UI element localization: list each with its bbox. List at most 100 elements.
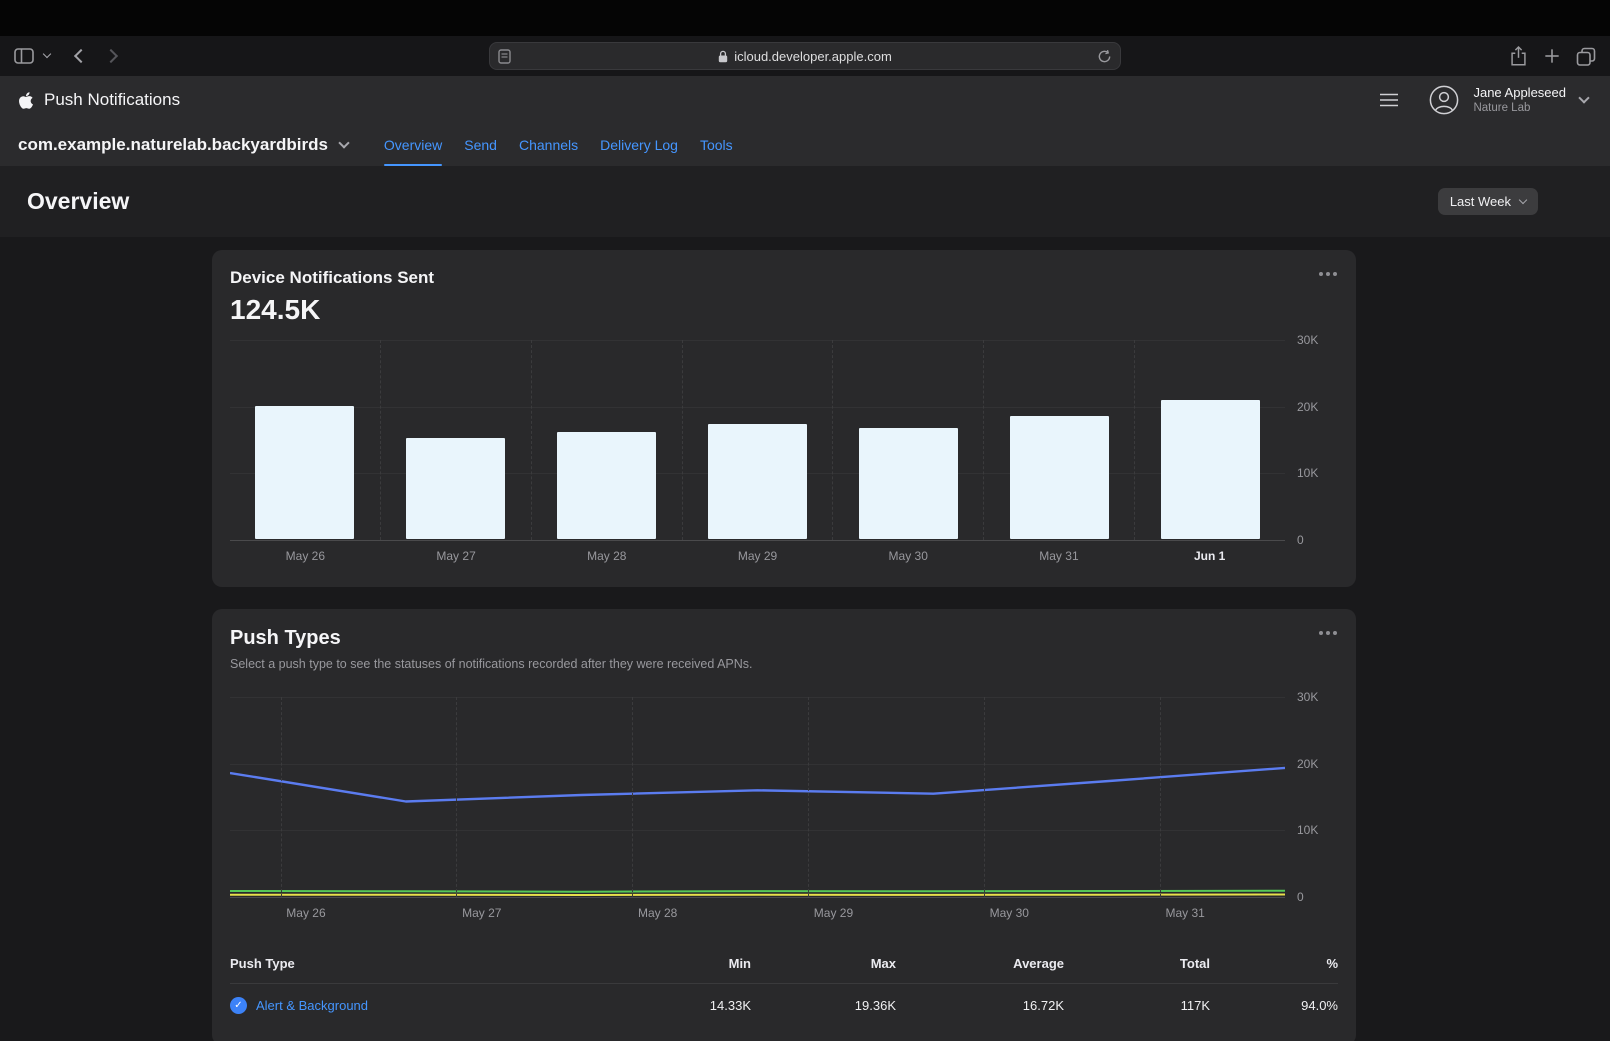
table-cell: 94.0%: [1210, 998, 1338, 1013]
lock-icon: [718, 50, 728, 63]
x-axis-label: May 27: [462, 906, 501, 920]
url-text: icloud.developer.apple.com: [734, 49, 892, 64]
x-axis-label: May 28: [638, 906, 677, 920]
y-tick: 30K: [1297, 333, 1318, 347]
bundle-id: com.example.naturelab.backyardbirds: [18, 135, 328, 155]
gridline: [456, 697, 457, 897]
line-series-alert-background: [230, 768, 1285, 802]
total-notifications-value: 124.5K: [230, 294, 1338, 326]
card-subtitle: Select a push type to see the statuses o…: [230, 657, 1338, 671]
push-type-cell: ✓ Alert & Background: [230, 997, 621, 1014]
apple-logo-icon: [18, 91, 34, 110]
browser-toolbar: icloud.developer.apple.com: [0, 36, 1610, 76]
bundle-selector[interactable]: com.example.naturelab.backyardbirds: [18, 124, 348, 166]
col-push-type: Push Type: [230, 956, 621, 971]
gridline: [230, 697, 1285, 698]
subnav: com.example.naturelab.backyardbirds Over…: [0, 124, 1610, 166]
app-title: Push Notifications: [44, 90, 180, 110]
x-axis-label: May 27: [381, 549, 532, 569]
sidebar-chevron-icon[interactable]: [43, 50, 51, 58]
bar-column: [1134, 340, 1285, 540]
bar-may-26[interactable]: [255, 406, 354, 539]
menu-icon[interactable]: [1379, 93, 1399, 107]
bar-column: [531, 340, 682, 540]
main-content: Device Notifications Sent 124.5K 30K20K1…: [0, 237, 1610, 1041]
date-range-button[interactable]: Last Week: [1438, 188, 1538, 215]
tab-overview[interactable]: Overview: [384, 124, 442, 166]
bar-chart-xlabels: May 26May 27May 28May 29May 30May 31Jun …: [230, 549, 1285, 569]
y-tick: 0: [1297, 533, 1304, 547]
gridline: [230, 897, 1285, 898]
col-percent: %: [1210, 956, 1338, 971]
page-heading-band: Overview Last Week: [0, 166, 1610, 237]
col-total: Total: [1064, 956, 1210, 971]
bar-may-31[interactable]: [1010, 416, 1109, 539]
y-tick: 20K: [1297, 400, 1318, 414]
table-cell: 14.33K: [621, 998, 751, 1013]
new-tab-icon[interactable]: [1544, 48, 1560, 64]
line-series-series-green: [230, 891, 1285, 892]
line-chart-svg: [230, 697, 1285, 897]
tab-tools[interactable]: Tools: [700, 124, 733, 166]
y-tick: 10K: [1297, 466, 1318, 480]
push-type-rows: ✓Alert & Background14.33K19.36K16.72K117…: [230, 984, 1338, 1027]
x-axis-label: May 31: [984, 549, 1135, 569]
reload-icon[interactable]: [1097, 49, 1112, 64]
x-axis-label: May 28: [531, 549, 682, 569]
forward-button[interactable]: [104, 49, 118, 63]
gridline: [1160, 697, 1161, 897]
line-series-series-yellow: [230, 895, 1285, 896]
x-axis-label: May 26: [286, 906, 325, 920]
line-chart-xlabels: May 26 May 27 May 28 May 29 May 30 May 31: [230, 906, 1285, 926]
device-notifications-card: Device Notifications Sent 124.5K 30K 20K 1…: [212, 250, 1356, 587]
gridline: [230, 764, 1285, 765]
tab-send[interactable]: Send: [464, 124, 497, 166]
bar-jun-1[interactable]: [1161, 400, 1260, 539]
x-axis-label: May 26: [230, 549, 381, 569]
tab-delivery-log[interactable]: Delivery Log: [600, 124, 678, 166]
card-title: Device Notifications Sent: [230, 268, 1338, 288]
col-min: Min: [621, 956, 751, 971]
more-menu-icon[interactable]: [1326, 631, 1330, 635]
share-icon[interactable]: [1509, 45, 1528, 67]
gridline: [281, 697, 282, 897]
x-axis-label: May 29: [814, 906, 853, 920]
address-bar[interactable]: icloud.developer.apple.com: [489, 42, 1121, 70]
bar-may-27[interactable]: [406, 438, 505, 539]
bar-may-30[interactable]: [859, 428, 958, 539]
bar-column: [230, 340, 380, 540]
selected-check-icon[interactable]: ✓: [230, 997, 247, 1014]
y-tick: 0: [1297, 890, 1304, 904]
x-axis-label: May 29: [682, 549, 833, 569]
table-header: Push Type Min Max Average Total %: [230, 956, 1338, 984]
more-menu-icon[interactable]: [1326, 272, 1330, 276]
gridline: [230, 830, 1285, 831]
x-axis-label: May 30: [990, 906, 1029, 920]
col-max: Max: [751, 956, 896, 971]
tab-channels[interactable]: Channels: [519, 124, 578, 166]
x-axis-label: May 30: [833, 549, 984, 569]
sidebar-toggle-icon[interactable]: [14, 48, 34, 64]
gridline: [808, 697, 809, 897]
table-cell: 19.36K: [751, 998, 896, 1013]
user-menu-chevron-icon[interactable]: [1578, 92, 1589, 103]
tab-overview-icon[interactable]: [1576, 47, 1596, 66]
table-row: ✓Alert & Background14.33K19.36K16.72K117…: [230, 984, 1338, 1027]
gridline: [632, 697, 633, 897]
card-title: Push Types: [230, 627, 1338, 650]
user-avatar[interactable]: [1429, 85, 1459, 115]
date-range-label: Last Week: [1450, 194, 1511, 209]
y-tick: 10K: [1297, 823, 1318, 837]
push-types-table: Push Type Min Max Average Total % ✓ Alert…: [230, 956, 1338, 1027]
bar-may-28[interactable]: [557, 432, 656, 539]
page-settings-icon[interactable]: [498, 49, 511, 64]
chevron-down-icon: [1519, 195, 1527, 203]
x-axis-label: May 31: [1165, 906, 1204, 920]
page-title: Overview: [27, 188, 129, 215]
line-chart-yaxis: 30K20K10K0: [1285, 697, 1338, 897]
back-button[interactable]: [74, 49, 88, 63]
bar-may-29[interactable]: [708, 424, 807, 539]
bar-chart-plot: [230, 340, 1285, 540]
push-type-link[interactable]: Alert & Background: [256, 998, 368, 1013]
user-org: Nature Lab: [1473, 101, 1566, 115]
